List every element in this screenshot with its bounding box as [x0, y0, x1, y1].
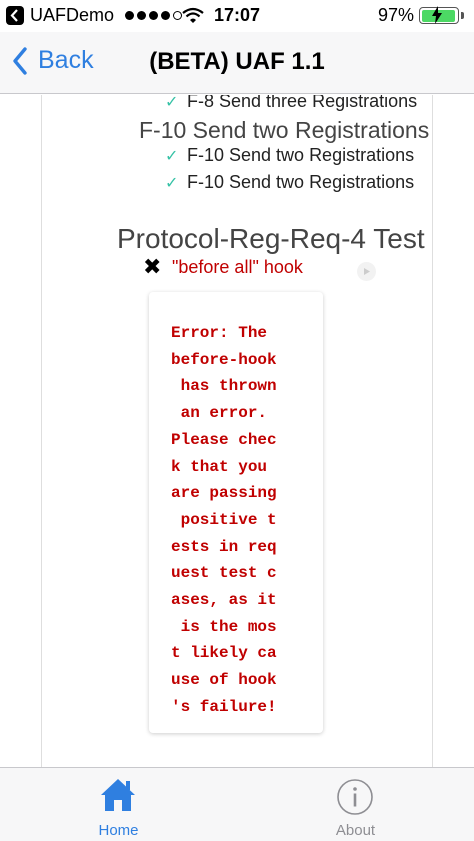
battery-charging-icon [419, 6, 459, 24]
tab-bar: Home About [0, 767, 474, 841]
test-item-label: F-8 Send three Registrations [187, 95, 418, 111]
info-icon [337, 779, 373, 815]
page-title: (BETA) UAF 1.1 [149, 48, 325, 75]
error-message: Error: The before-hook has thrown an err… [171, 324, 277, 716]
check-icon: ✓ [165, 95, 179, 111]
test-report-view[interactable]: ✓ F-8 Send three Registrations F-10 Send… [0, 95, 474, 767]
failed-suite-title: Protocol-Reg-Req-4 Test [117, 223, 425, 254]
failed-hook-title: "before all" hook [172, 256, 303, 277]
battery-percent: 97% [378, 5, 415, 25]
test-item-label: F-10 Send two Registrations [187, 145, 415, 165]
test-item-label: F-10 Send two Registrations [187, 172, 415, 192]
test-item-passed[interactable]: ✓ F-10 Send two Registrations [165, 145, 414, 166]
replay-icon[interactable] [357, 262, 376, 281]
test-item-passed[interactable]: ✓ F-10 Send two Registrations [165, 172, 414, 193]
tab-about-label: About [335, 822, 376, 839]
navigation-bar: Back (BETA) UAF 1.1 [0, 32, 474, 94]
home-icon [101, 779, 135, 811]
tab-home-label: Home [98, 822, 139, 839]
status-bar: UAFDemo 17:07 97% [0, 0, 474, 32]
tab-home[interactable]: Home [0, 768, 237, 841]
tab-about[interactable]: About [237, 768, 474, 841]
battery-tip [461, 12, 464, 19]
check-icon: ✓ [165, 147, 179, 165]
test-item-failed[interactable]: ✖ "before all" hook [143, 254, 303, 280]
check-icon: ✓ [165, 174, 179, 192]
test-item-passed[interactable]: ✓ F-8 Send three Registrations [165, 95, 417, 112]
cross-icon: ✖ [143, 254, 162, 279]
suite-title: F-10 Send two Registrations [139, 117, 430, 143]
error-message-box: Error: The before-hook has thrown an err… [149, 292, 323, 733]
